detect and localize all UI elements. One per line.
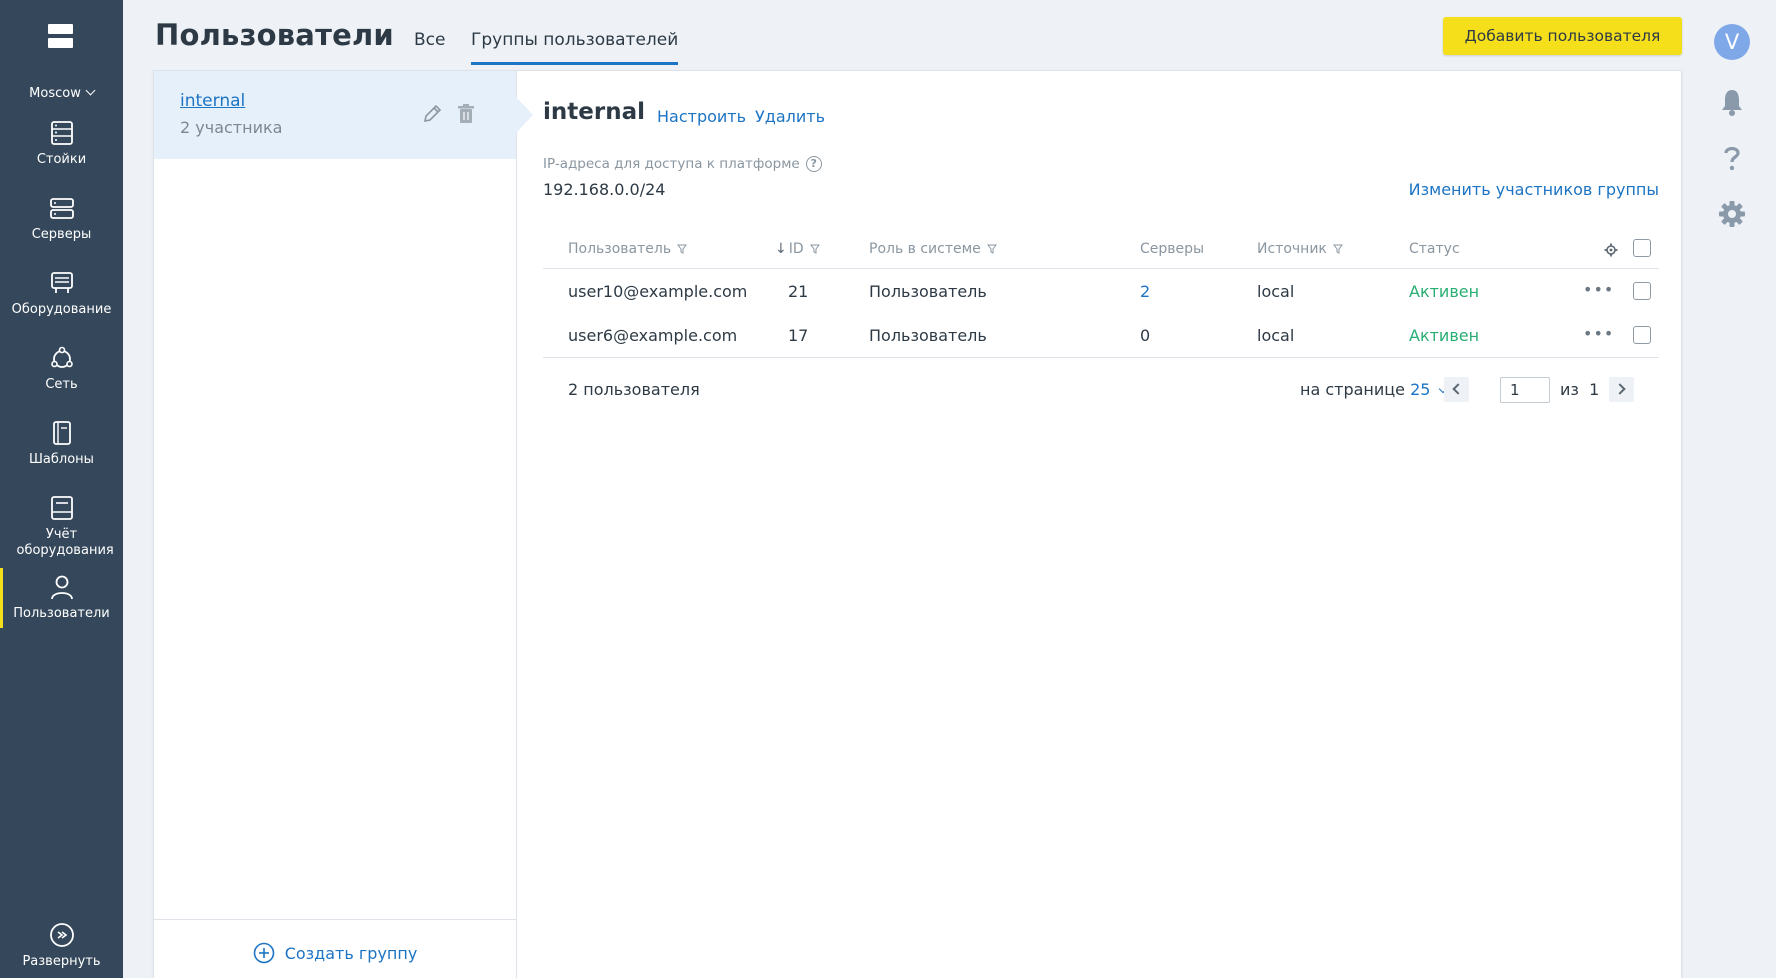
sidebar-item-servers[interactable]: Серверы <box>0 195 123 243</box>
trash-icon[interactable] <box>455 103 477 125</box>
servers-icon <box>49 198 74 219</box>
row-checkbox[interactable] <box>1633 282 1651 300</box>
help-icon[interactable] <box>1716 142 1748 174</box>
per-page-selector[interactable]: на странице 25 <box>1300 380 1447 399</box>
more-icon[interactable]: ••• <box>1583 324 1614 343</box>
network-icon <box>50 346 73 368</box>
sidebar-item-inventory[interactable]: Учёт оборудования <box>0 495 123 559</box>
members-table: Пользователь ↓ ID Роль в системе Серверы … <box>543 226 1659 423</box>
column-servers[interactable]: Серверы <box>1140 241 1204 257</box>
chevron-right-icon <box>1614 383 1626 395</box>
cell-servers: 0 <box>1140 326 1151 345</box>
column-user[interactable]: Пользователь <box>568 241 688 257</box>
inventory-icon <box>50 496 73 520</box>
bell-icon[interactable] <box>1716 86 1748 118</box>
prev-page-button[interactable] <box>1444 377 1469 402</box>
table-header: Пользователь ↓ ID Роль в системе Серверы … <box>543 226 1659 269</box>
column-role[interactable]: Роль в системе <box>869 241 997 257</box>
filter-icon[interactable] <box>677 244 688 254</box>
location-selector[interactable]: Moscow <box>0 85 123 101</box>
create-group-button[interactable]: Создать группу <box>253 942 417 964</box>
next-page-button[interactable] <box>1609 377 1634 402</box>
cell-servers-link[interactable]: 2 <box>1140 282 1150 301</box>
page-input[interactable] <box>1500 377 1550 403</box>
column-status[interactable]: Статус <box>1409 241 1460 257</box>
sidebar-item-equipment[interactable]: Оборудование <box>0 270 123 318</box>
more-icon[interactable]: ••• <box>1583 280 1614 299</box>
cell-status: Активен <box>1409 326 1480 345</box>
configure-link[interactable]: Настроить <box>657 107 746 126</box>
settings-icon[interactable] <box>1604 243 1618 257</box>
sidebar-expand[interactable]: Развернуть <box>0 922 123 970</box>
chevron-left-icon <box>1452 383 1464 395</box>
sidebar-item-users[interactable]: Пользователи <box>0 568 123 628</box>
page-title: Пользователи <box>155 18 394 52</box>
edit-members-link[interactable]: Изменить участников группы <box>1409 180 1659 199</box>
filter-icon[interactable] <box>986 244 997 254</box>
tab-user-groups[interactable]: Группы пользователей <box>471 30 679 65</box>
filter-icon[interactable] <box>809 244 820 254</box>
cell-source: local <box>1257 282 1295 301</box>
avatar[interactable]: V <box>1714 24 1750 60</box>
sort-down-icon: ↓ <box>775 241 787 257</box>
cell-status: Активен <box>1409 282 1480 301</box>
templates-icon <box>52 421 71 445</box>
racks-icon <box>50 121 73 145</box>
pencil-icon[interactable] <box>421 103 443 125</box>
sidebar-item-racks[interactable]: Стойки <box>0 120 123 168</box>
sidebar-item-templates[interactable]: Шаблоны <box>0 420 123 468</box>
total-count: 2 пользователя <box>568 380 700 399</box>
cell-id: 17 <box>788 326 809 345</box>
group-member-count: 2 участника <box>180 118 283 137</box>
chevron-down-icon <box>85 85 96 96</box>
tab-all[interactable]: Все <box>414 30 445 50</box>
row-checkbox[interactable] <box>1633 326 1651 344</box>
filter-icon[interactable] <box>1332 244 1343 254</box>
table-row[interactable]: user6@example.com 17 Пользователь 0 loca… <box>543 313 1659 357</box>
group-name-link[interactable]: internal <box>180 91 245 111</box>
main-panel: internal 2 участника Создать группу inte… <box>153 70 1682 978</box>
group-item[interactable]: internal 2 участника <box>154 71 533 159</box>
table-row[interactable]: user10@example.com 21 Пользователь 2 loc… <box>543 269 1659 313</box>
column-source[interactable]: Источник <box>1257 241 1343 257</box>
expand-icon <box>49 923 74 947</box>
cell-role: Пользователь <box>869 282 987 301</box>
gear-icon[interactable] <box>1716 198 1748 230</box>
group-detail: internal Настроить Удалить IP-адреса для… <box>517 71 1683 978</box>
ip-access-label: IP-адреса для доступа к платформе? <box>543 156 822 172</box>
table-footer: 2 пользователя на странице 25 из 1 <box>543 357 1659 423</box>
user-icon <box>50 575 73 600</box>
group-list: internal 2 участника Создать группу <box>154 71 533 978</box>
help-circle-icon[interactable]: ? <box>805 156 822 172</box>
cell-user: user6@example.com <box>568 326 738 345</box>
cell-id: 21 <box>788 282 809 301</box>
cell-role: Пользователь <box>869 326 987 345</box>
groups-footer: Создать группу <box>154 919 516 978</box>
cell-user: user10@example.com <box>568 282 748 301</box>
group-title: internal <box>543 99 645 125</box>
plus-circle-icon <box>253 942 275 964</box>
sidebar-item-network[interactable]: Сеть <box>0 345 123 393</box>
column-id[interactable]: ↓ ID <box>775 241 820 257</box>
sidebar: Moscow Стойки Серверы Оборудование Сеть … <box>0 0 123 978</box>
select-all-checkbox[interactable] <box>1633 239 1651 257</box>
ip-access-value: 192.168.0.0/24 <box>543 180 666 199</box>
equipment-icon <box>50 272 73 293</box>
delete-link[interactable]: Удалить <box>755 107 825 126</box>
page-of-label: из 1 <box>1560 380 1600 399</box>
cell-source: local <box>1257 326 1295 345</box>
logo-icon[interactable] <box>48 24 73 52</box>
add-user-button[interactable]: Добавить пользователя <box>1443 17 1682 55</box>
